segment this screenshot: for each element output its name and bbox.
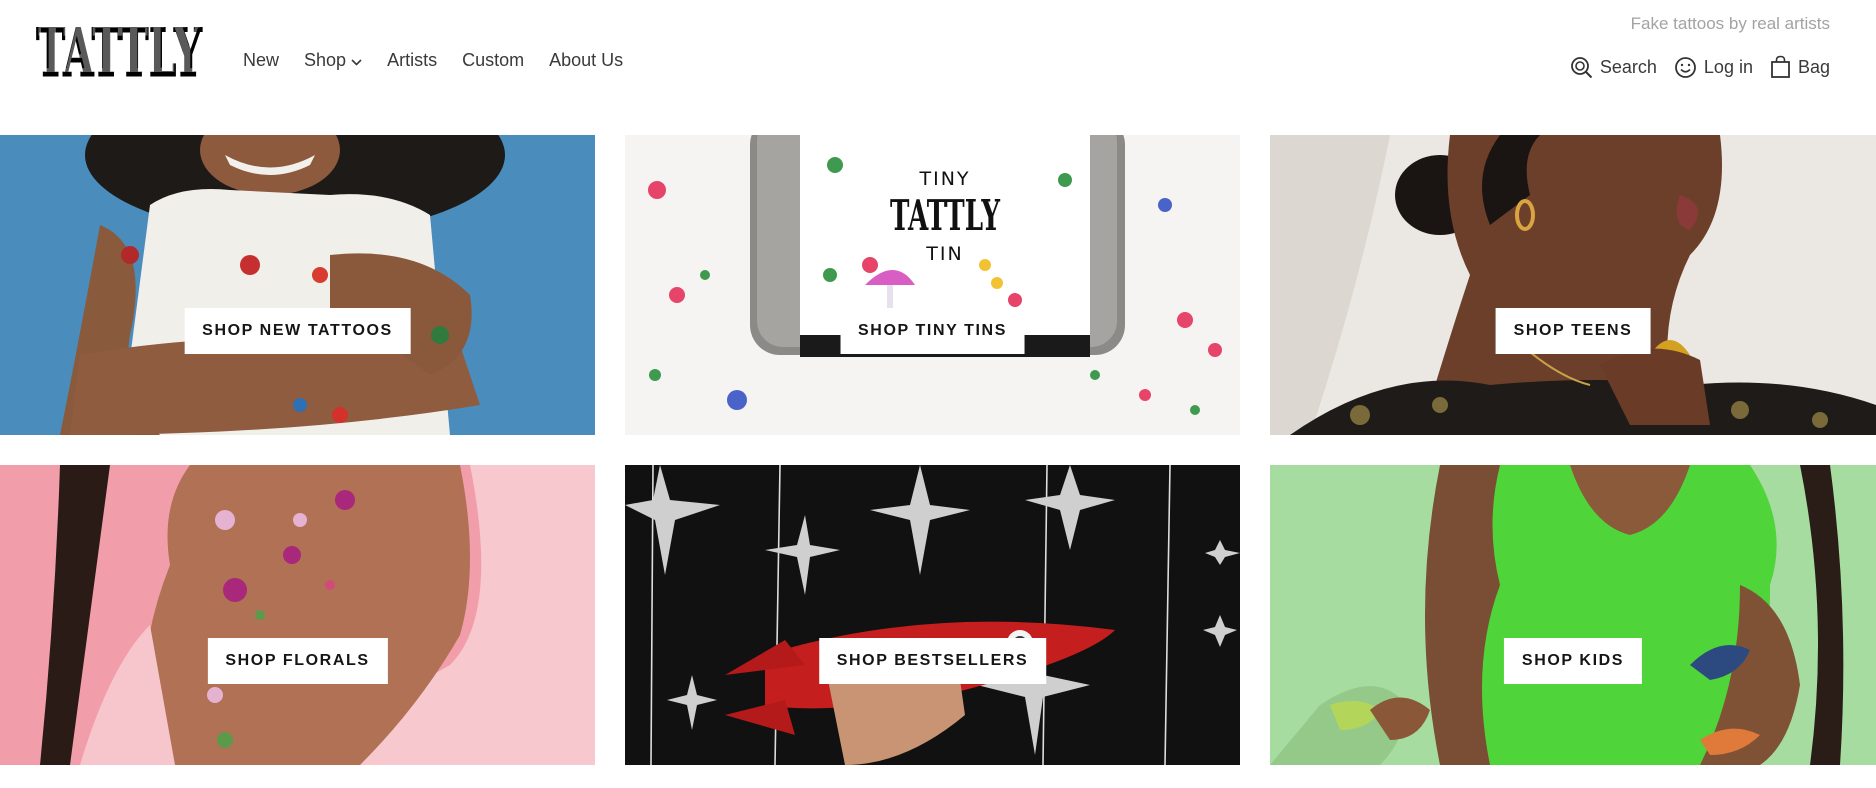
tile-bestsellers[interactable]: SHOP BESTSELLERS <box>625 465 1240 765</box>
shop-teens-button[interactable]: SHOP TEENS <box>1495 308 1651 354</box>
nav-item-label: New <box>243 50 280 70</box>
shop-bestsellers-button[interactable]: SHOP BESTSELLERS <box>818 638 1047 684</box>
bag-button[interactable]: Bag <box>1770 55 1830 79</box>
nav-item-label: Shop <box>304 50 347 70</box>
teen-portrait-image <box>1270 135 1876 435</box>
nav-item-label: About Us <box>549 50 624 70</box>
nav-item-shop[interactable]: Shop <box>304 50 362 71</box>
tin-text-tattly: TATTLY <box>890 191 1001 240</box>
tiny-tattly-tin-image: TINY TATTLY TIN <box>625 135 1240 435</box>
shoulder-florals-image <box>0 465 595 765</box>
chevron-down-icon <box>351 50 362 71</box>
bag-icon <box>1771 55 1790 78</box>
tile-tiny-tins[interactable]: TINY TATTLY TIN SHOP TINY TINS <box>625 135 1240 435</box>
nav-item-label: Custom <box>462 50 525 70</box>
site-header: TATTLY TATTLY New Shop Artists Custom Ab… <box>0 0 1876 135</box>
search-button[interactable]: Search <box>1570 56 1657 79</box>
shop-tiny-tins-button[interactable]: SHOP TINY TINS <box>840 308 1025 354</box>
nav-item-new[interactable]: New <box>243 50 279 71</box>
kid-dinosaur-image <box>1270 465 1876 765</box>
tile-new-tattoos[interactable]: SHOP NEW TATTOOS <box>0 135 595 435</box>
svg-text:TATTLY: TATTLY <box>38 14 201 84</box>
shop-florals-button[interactable]: SHOP FLORALS <box>207 638 388 684</box>
tagline: Fake tattoos by real artists <box>1630 14 1830 33</box>
utility-nav: Search Log in Bag <box>1553 55 1830 79</box>
tin-text-tiny: TINY <box>918 168 970 190</box>
tile-florals[interactable]: SHOP FLORALS <box>0 465 595 765</box>
search-icon <box>1570 56 1593 78</box>
search-label: Search <box>1599 56 1657 77</box>
arms-with-tattoos-image <box>0 135 595 435</box>
smiley-icon <box>1675 56 1696 78</box>
nav-item-label: Artists <box>387 50 438 70</box>
logo-icon: TATTLY TATTLY <box>36 14 204 84</box>
tile-teens[interactable]: SHOP TEENS <box>1270 135 1876 435</box>
main-nav: New Shop Artists Custom About Us <box>243 50 648 71</box>
shop-kids-button[interactable]: SHOP KIDS <box>1503 638 1643 684</box>
login-button[interactable]: Log in <box>1674 56 1753 79</box>
login-label: Log in <box>1703 56 1753 77</box>
nav-item-artists[interactable]: Artists <box>387 50 437 71</box>
rocket-and-stars-image <box>625 465 1240 765</box>
tin-text-tin: TIN <box>925 243 963 265</box>
shop-new-tattoos-button[interactable]: SHOP NEW TATTOOS <box>184 308 411 354</box>
tattly-logo[interactable]: TATTLY TATTLY <box>34 14 208 84</box>
bag-label: Bag <box>1797 56 1830 77</box>
nav-item-custom[interactable]: Custom <box>462 50 524 71</box>
nav-item-about-us[interactable]: About Us <box>549 50 623 71</box>
tile-kids[interactable]: SHOP KIDS <box>1270 465 1876 765</box>
